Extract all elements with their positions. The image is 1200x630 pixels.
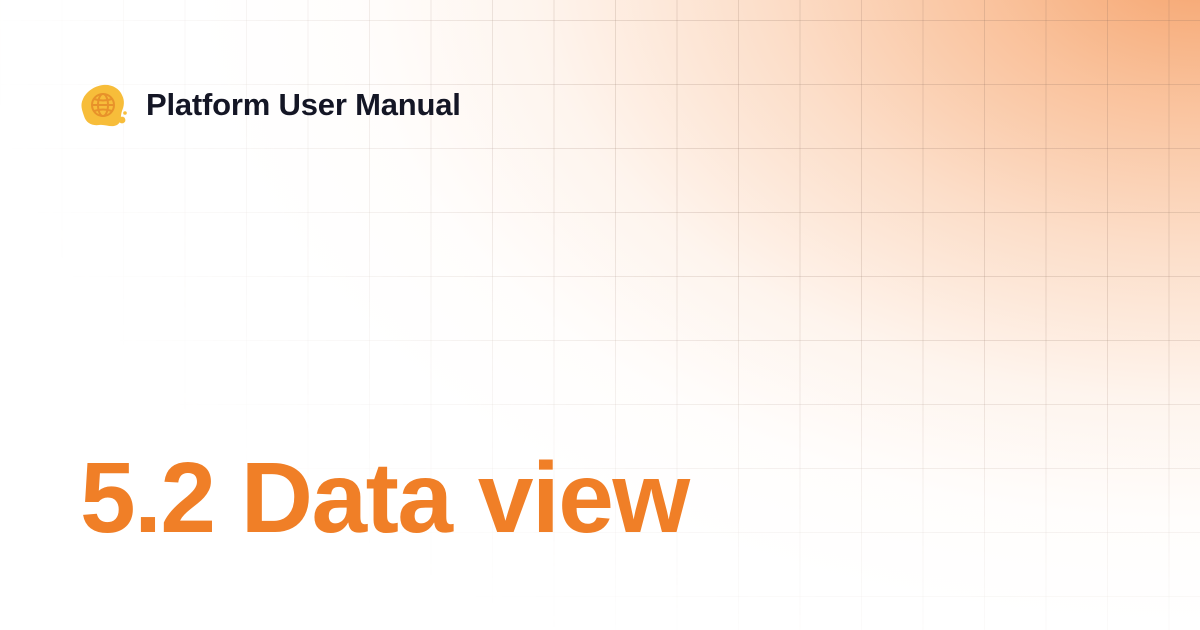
brand-title: Platform User Manual <box>146 87 461 122</box>
page-title: 5.2 Data view <box>80 442 690 554</box>
globe-blob-icon <box>81 84 127 127</box>
social-card: Platform User Manual 5.2 Data view <box>0 0 1200 630</box>
header: Platform User Manual <box>78 80 461 130</box>
